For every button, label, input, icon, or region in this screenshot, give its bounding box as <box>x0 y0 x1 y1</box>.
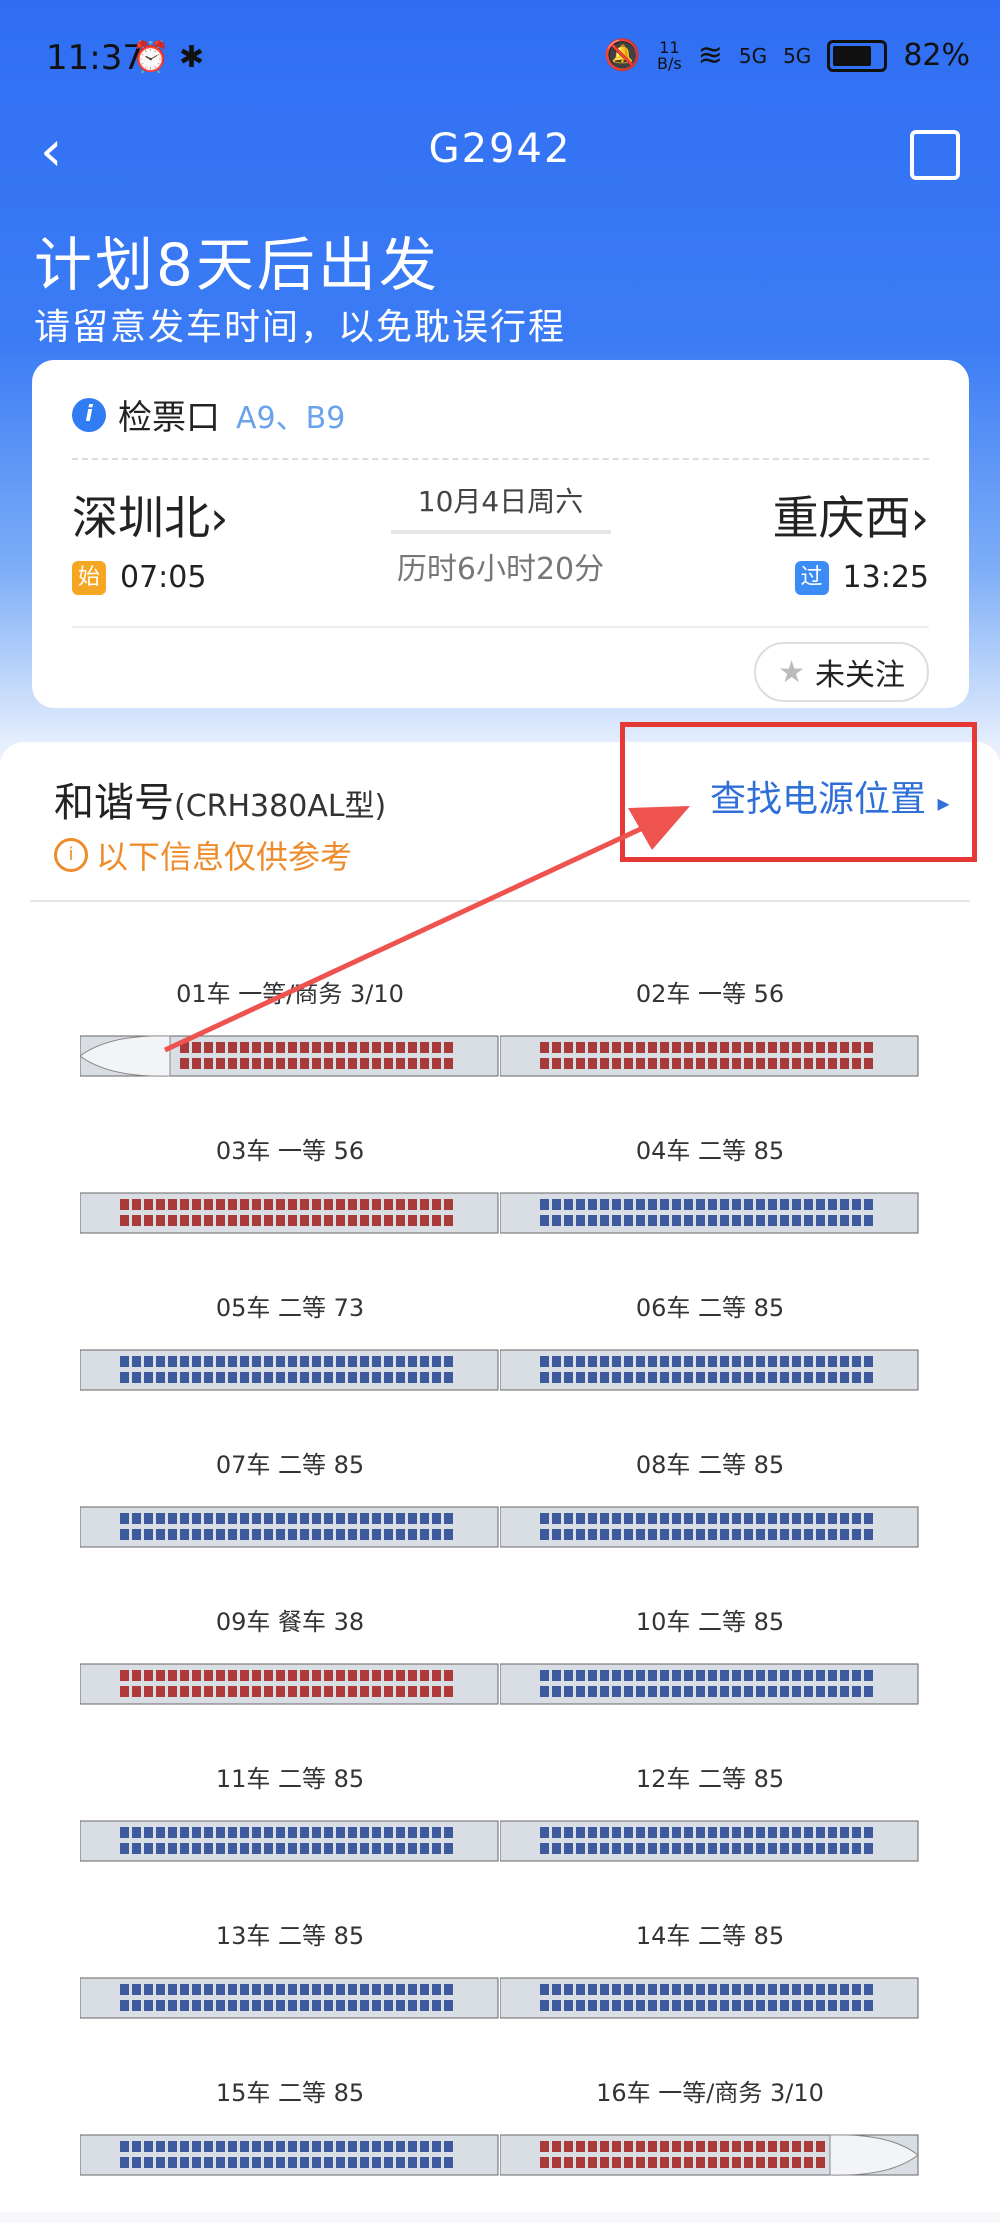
car-diagram: 09车 餐车 38 <box>80 1602 500 1752</box>
info-outline-icon: i <box>54 838 88 872</box>
wifi-icon: ≋ <box>697 38 723 73</box>
trip-line <box>390 530 611 534</box>
train-layout-sheet: 和谐号(CRH380AL型) i 以下信息仅供参考 查找电源位置 ▸ 01车 一… <box>0 722 1000 2212</box>
car-label: 06车 二等 85 <box>635 1294 785 1322</box>
star-icon: ★ <box>778 654 805 690</box>
car-layout <box>80 1506 499 1548</box>
car-diagram: 07车 二等 85 <box>80 1445 500 1595</box>
car-diagram: 11车 二等 85 <box>80 1759 500 1909</box>
car-diagram: 03车 一等 56 <box>80 1131 500 1281</box>
car-label: 04车 二等 85 <box>635 1137 785 1165</box>
departure-reminder: 请留意发车时间，以免耽误行程 <box>34 307 567 348</box>
car-layout <box>80 1192 499 1234</box>
status-right: 🔕 11 B/s ≋ 5G 5G 82% <box>604 38 970 73</box>
departure-countdown: 计划8天后出发 <box>34 231 440 299</box>
follow-button[interactable]: ★ 未关注 <box>754 642 929 702</box>
status-bar: 11:37 ⏰ ✱ 🔕 11 B/s ≋ 5G 5G 82% <box>0 0 1000 130</box>
car-diagram: 01车 一等/商务 3/10 <box>80 974 500 1124</box>
car-layout <box>80 1349 499 1391</box>
nav-bar: ‹ G2942 <box>0 120 1000 190</box>
car-layout <box>80 1820 499 1862</box>
car-label: 11车 二等 85 <box>215 1765 365 1793</box>
car-layout <box>500 2134 919 2176</box>
model-name: 和谐号 <box>54 780 174 826</box>
gate-value: A9、B9 <box>236 400 346 436</box>
car-layout <box>80 1035 499 1077</box>
to-station[interactable]: 重庆西› <box>773 482 929 548</box>
model-code: (CRH380AL型) <box>174 789 387 824</box>
car-label: 01车 一等/商务 3/10 <box>176 980 404 1008</box>
battery-icon <box>827 39 888 72</box>
car-layout <box>80 2134 499 2176</box>
divider <box>72 458 929 460</box>
alarm-bluetooth-icons: ⏰ ✱ <box>132 40 205 75</box>
train-model: 和谐号(CRH380AL型) <box>54 770 386 828</box>
car-layout <box>500 1506 919 1548</box>
divider <box>72 626 929 628</box>
mute-icon: 🔕 <box>603 38 641 73</box>
car-diagram: 13车 二等 85 <box>80 1916 500 2066</box>
car-label: 13车 二等 85 <box>215 1922 365 1950</box>
car-diagram: 02车 一等 56 <box>500 974 920 1124</box>
signal-b: 5G <box>783 43 812 68</box>
reference-note: i 以下信息仅供参考 <box>54 832 352 878</box>
car-diagram: 06车 二等 85 <box>500 1288 920 1438</box>
train-number-title: G2942 <box>428 126 572 172</box>
arrival: 过 13:25 <box>794 560 929 595</box>
car-label: 15车 二等 85 <box>215 2079 365 2107</box>
car-diagram: 08车 二等 85 <box>500 1445 920 1595</box>
signal-a: 5G <box>738 43 768 68</box>
car-label: 10车 二等 85 <box>635 1608 785 1636</box>
arrival-time: 13:25 <box>842 560 929 595</box>
net-speed: 11 B/s <box>657 37 682 73</box>
trip-card: i 检票口 A9、B9 深圳北› 10月4日周六 历时6小时20分 重庆西› 始… <box>32 360 969 708</box>
car-layout <box>500 1977 919 2019</box>
car-label: 14车 二等 85 <box>635 1922 785 1950</box>
share-icon[interactable] <box>910 130 960 180</box>
car-layout <box>80 1977 499 2019</box>
departure: 始 07:05 <box>72 560 206 595</box>
car-diagram: 10车 二等 85 <box>500 1602 920 1752</box>
departure-time: 07:05 <box>120 560 207 595</box>
follow-label: 未关注 <box>815 658 905 693</box>
car-label: 07车 二等 85 <box>215 1451 365 1479</box>
car-diagram: 14车 二等 85 <box>500 1916 920 2066</box>
car-diagram: 15车 二等 85 <box>80 2073 500 2223</box>
car-label: 02车 一等 56 <box>635 980 785 1008</box>
ticket-gate: i 检票口 A9、B9 <box>72 390 345 439</box>
gate-label: 检票口 <box>118 398 220 438</box>
car-diagram: 12车 二等 85 <box>500 1759 920 1909</box>
car-label: 09车 餐车 38 <box>215 1608 365 1636</box>
note-text: 以下信息仅供参考 <box>96 838 353 876</box>
car-layout <box>500 1192 919 1234</box>
car-label: 12车 二等 85 <box>635 1765 785 1793</box>
car-label: 03车 一等 56 <box>215 1137 365 1165</box>
info-icon: i <box>72 397 106 432</box>
origin-tag: 始 <box>72 560 106 595</box>
car-layout <box>500 1820 919 1862</box>
car-layout <box>80 1663 499 1705</box>
car-layout <box>500 1349 919 1391</box>
divider <box>30 900 970 902</box>
car-diagram: 16车 一等/商务 3/10 <box>500 2073 920 2223</box>
battery-level: 82% <box>903 38 970 73</box>
car-diagram: 05车 二等 73 <box>80 1288 500 1438</box>
car-label: 05车 二等 73 <box>215 1294 365 1322</box>
car-label: 08车 二等 85 <box>635 1451 785 1479</box>
car-layout <box>500 1035 919 1077</box>
car-label: 16车 一等/商务 3/10 <box>596 2079 824 2107</box>
car-layout <box>500 1663 919 1705</box>
highlight-box <box>620 722 977 862</box>
car-diagram: 04车 二等 85 <box>500 1131 920 1281</box>
status-time: 11:37 <box>46 38 144 78</box>
pass-tag: 过 <box>794 560 829 595</box>
